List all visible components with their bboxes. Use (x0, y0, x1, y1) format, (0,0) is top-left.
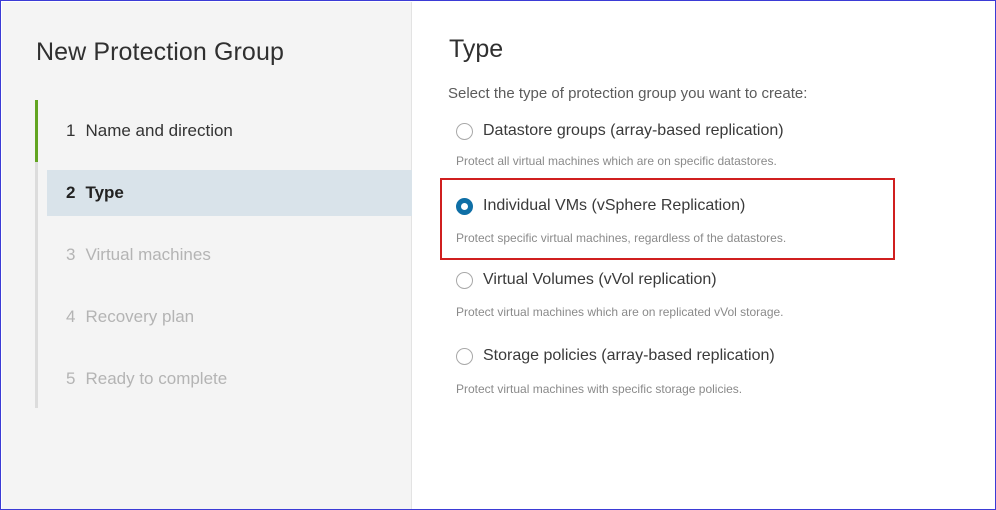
wizard-step-recovery-plan: 4 Recovery plan (47, 294, 413, 340)
option-label: Datastore groups (array-based replicatio… (483, 122, 784, 139)
step-label: Recovery plan (85, 307, 195, 326)
radio-virtual-volumes[interactable]: Virtual Volumes (vVol replication) (456, 271, 717, 289)
option-label: Virtual Volumes (vVol replication) (483, 271, 717, 288)
dialog-frame: New Protection Group 1 Name and directio… (0, 0, 996, 510)
radio-unchecked-icon[interactable] (456, 122, 473, 140)
option-description: Protect all virtual machines which are o… (456, 154, 777, 168)
option-description: Protect virtual machines which are on re… (456, 305, 784, 319)
step-number: 3 (66, 245, 76, 264)
radio-datastore-groups[interactable]: Datastore groups (array-based replicatio… (456, 122, 784, 140)
step-label: Ready to complete (85, 369, 228, 388)
wizard-step-ready-to-complete: 5 Ready to complete (47, 356, 413, 402)
step-number: 2 (66, 183, 76, 202)
radio-storage-policies[interactable]: Storage policies (array-based replicatio… (456, 347, 775, 365)
wizard-step-virtual-machines: 3 Virtual machines (47, 232, 413, 278)
step-number: 4 (66, 307, 76, 326)
wizard-step-type[interactable]: 2 Type (47, 170, 413, 216)
radio-unchecked-icon[interactable] (456, 271, 473, 289)
step-number: 5 (66, 369, 76, 388)
option-description: Protect virtual machines with specific s… (456, 382, 743, 396)
instruction-text: Select the type of protection group you … (448, 85, 808, 102)
wizard-content: Type Select the type of protection group… (412, 2, 995, 509)
wizard-nav: New Protection Group 1 Name and directio… (2, 2, 413, 509)
wizard-step-name-and-direction[interactable]: 1 Name and direction (47, 108, 413, 154)
step-progress-completed (35, 100, 38, 162)
option-label: Individual VMs (vSphere Replication) (483, 197, 746, 214)
step-number: 1 (66, 121, 76, 140)
wizard-title: New Protection Group (36, 38, 284, 66)
option-description: Protect specific virtual machines, regar… (456, 231, 787, 245)
step-label: Type (85, 183, 124, 202)
page-title: Type (449, 35, 504, 63)
step-label: Name and direction (85, 121, 233, 140)
radio-individual-vms[interactable]: Individual VMs (vSphere Replication) (456, 197, 745, 215)
option-label: Storage policies (array-based replicatio… (483, 347, 775, 364)
step-label: Virtual machines (85, 245, 211, 264)
radio-unchecked-icon[interactable] (456, 347, 473, 365)
radio-checked-icon[interactable] (456, 197, 473, 215)
